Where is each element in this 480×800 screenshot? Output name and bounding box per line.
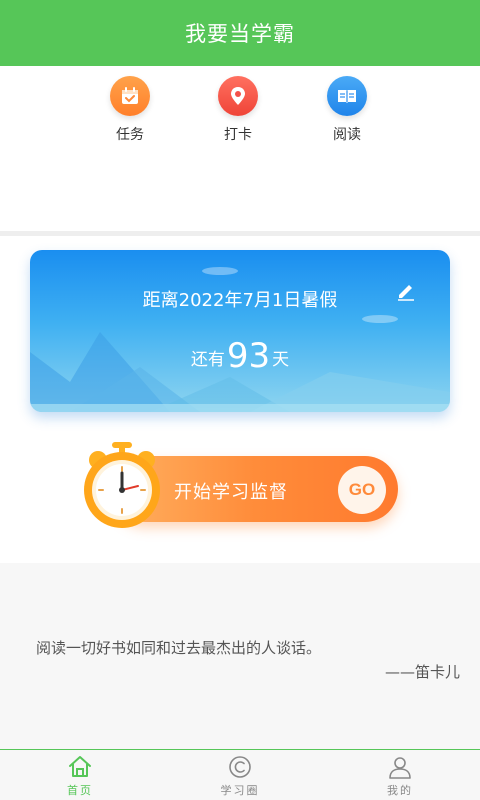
quick-actions: 任务 打卡 阅读 — [0, 76, 480, 146]
tab-study-circle[interactable]: 学习圈 — [200, 754, 280, 798]
go-button[interactable]: GO — [338, 466, 386, 514]
go-label: GO — [348, 480, 376, 499]
quick-action-label: 任务 — [116, 127, 144, 143]
quick-action-task[interactable]: 任务 — [90, 76, 170, 144]
quick-action-read[interactable]: 阅读 — [307, 76, 387, 144]
tab-study-circle-label: 学习圈 — [220, 784, 260, 797]
countdown-days-row: 还有93 天 — [30, 336, 450, 376]
quick-action-checkin[interactable]: 打卡 — [198, 76, 278, 144]
countdown-days: 93 — [226, 336, 271, 376]
tab-home[interactable]: 首页 — [40, 754, 120, 798]
countdown-suffix: 天 — [272, 350, 290, 370]
bottom-tab-bar: 首页 学习圈 我的 — [0, 749, 480, 800]
home-icon — [69, 756, 91, 777]
start-study-label: 开始学习监督 — [174, 482, 288, 503]
app-header: 我要当学霸 — [0, 0, 480, 66]
location-pin-icon — [218, 76, 258, 116]
study-circle-icon — [229, 756, 251, 778]
quick-action-label: 打卡 — [224, 127, 252, 143]
cloud-icon — [202, 267, 238, 275]
edit-icon[interactable] — [394, 278, 418, 302]
countdown-title: 距离2022年7月1日暑假 — [142, 290, 338, 311]
quote-author: ——笛卡儿 — [384, 663, 460, 681]
tab-profile[interactable]: 我的 — [360, 754, 440, 798]
quote-panel: 阅读一切好书如同和过去最杰出的人谈话。 ——笛卡儿 — [0, 563, 480, 749]
countdown-card[interactable]: 距离2022年7月1日暑假 还有93 天 — [30, 250, 450, 412]
quote-text: 阅读一切好书如同和过去最杰出的人谈话。 — [36, 639, 322, 657]
user-icon — [389, 757, 411, 779]
section-divider — [0, 231, 480, 236]
tab-profile-label: 我的 — [387, 784, 413, 797]
app-title: 我要当学霸 — [185, 22, 295, 46]
alarm-clock-icon — [84, 442, 160, 528]
tab-home-label: 首页 — [67, 784, 93, 797]
countdown-prefix: 还有 — [190, 350, 225, 370]
calendar-task-icon — [110, 76, 150, 116]
cloud-icon — [362, 315, 398, 323]
quick-action-label: 阅读 — [333, 127, 361, 143]
open-book-icon — [327, 76, 367, 116]
